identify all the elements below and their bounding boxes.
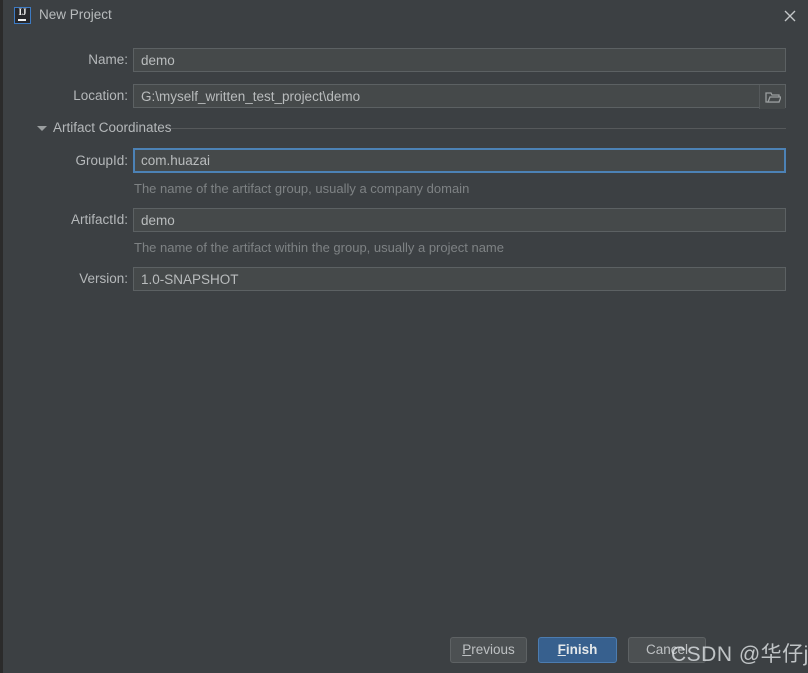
location-input[interactable] bbox=[133, 84, 786, 108]
version-input[interactable] bbox=[133, 267, 786, 291]
previous-button-label: revious bbox=[471, 642, 515, 657]
groupid-hint: The name of the artifact group, usually … bbox=[134, 181, 470, 196]
folder-icon[interactable] bbox=[759, 85, 785, 109]
new-project-dialog: IJ New Project Name: Location: Artifact … bbox=[0, 0, 808, 673]
version-label: Version: bbox=[79, 271, 128, 286]
finish-button-label: inish bbox=[565, 642, 598, 657]
section-separator bbox=[171, 128, 786, 129]
groupid-label: GroupId: bbox=[75, 153, 128, 168]
artifactid-input[interactable] bbox=[133, 208, 786, 232]
artifactid-label: ArtifactId: bbox=[70, 212, 128, 227]
name-input[interactable] bbox=[133, 48, 786, 72]
name-label: Name: bbox=[88, 52, 128, 67]
cancel-button[interactable]: Cancel bbox=[628, 637, 706, 663]
groupid-input[interactable] bbox=[133, 148, 786, 173]
artifact-coordinates-title: Artifact Coordinates bbox=[53, 120, 172, 135]
previous-button-mnemonic: P bbox=[462, 642, 472, 657]
finish-button[interactable]: Finish bbox=[538, 637, 617, 663]
close-icon[interactable] bbox=[779, 5, 801, 27]
app-icon-label: IJ bbox=[18, 7, 27, 17]
location-label: Location: bbox=[73, 88, 128, 103]
intellij-idea-icon: IJ bbox=[14, 7, 31, 24]
artifactid-hint: The name of the artifact within the grou… bbox=[134, 240, 504, 255]
window-title: New Project bbox=[39, 7, 112, 22]
title-bar: IJ New Project bbox=[3, 0, 808, 30]
app-icon-underline bbox=[18, 19, 26, 21]
previous-button[interactable]: Previous bbox=[450, 637, 527, 663]
chevron-down-icon[interactable] bbox=[37, 126, 47, 131]
finish-button-mnemonic: F bbox=[557, 642, 566, 657]
